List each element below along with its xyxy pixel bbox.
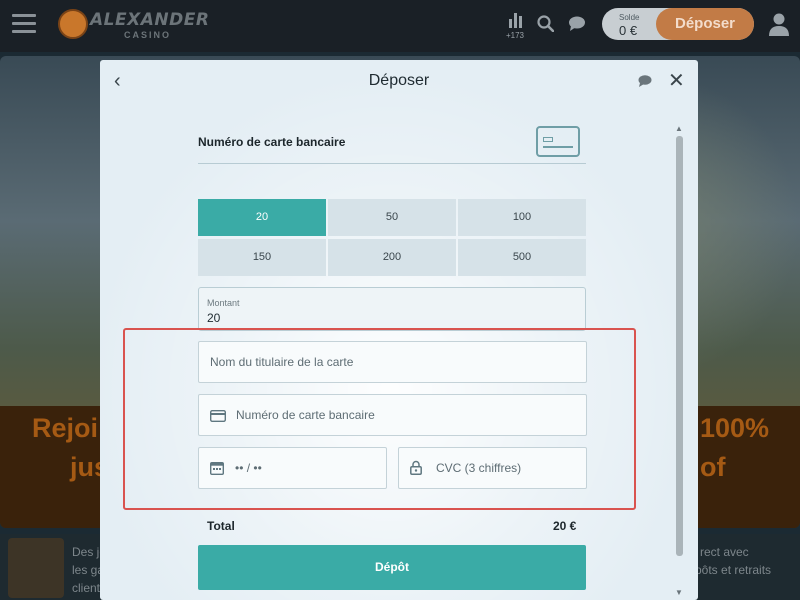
amount-option-500[interactable]: 500	[458, 239, 586, 276]
cvc-field[interactable]: CVC (3 chiffres)	[398, 447, 587, 489]
cvc-placeholder: CVC (3 chiffres)	[436, 461, 522, 475]
amount-option-150[interactable]: 150	[198, 239, 326, 276]
amount-input-label: Montant	[207, 298, 240, 308]
header-deposit-button[interactable]: Déposer	[656, 8, 754, 40]
balance-label: Solde	[619, 13, 640, 22]
expiry-date-placeholder: •• / ••	[235, 461, 262, 475]
credit-card-icon	[209, 409, 227, 427]
cardholder-name-field[interactable]: Nom du titulaire de la carte	[198, 341, 587, 383]
amount-option-100[interactable]: 100	[458, 199, 586, 236]
total-label: Total	[207, 519, 235, 533]
deposit-submit-button[interactable]: Dépôt	[198, 545, 586, 590]
modal-scrollbar[interactable]: ▲ ▼	[672, 124, 686, 600]
amount-option-20[interactable]: 20	[198, 199, 326, 236]
amount-presets: 20 50 100 150 200 500	[198, 199, 586, 276]
close-icon[interactable]: ✕	[668, 68, 685, 93]
promo-text-right-1: rect avec	[700, 545, 749, 559]
cardholder-name-placeholder: Nom du titulaire de la carte	[210, 355, 354, 369]
divider	[198, 163, 586, 164]
amount-option-50[interactable]: 50	[328, 199, 456, 236]
logo-medal-icon	[58, 9, 88, 39]
promo-text-left-3: client	[72, 581, 101, 595]
hero-headline-right-2: of	[700, 452, 726, 482]
modal-title: Déposer	[368, 72, 430, 89]
logo-text: ALEXANDER	[90, 10, 210, 30]
calendar-icon	[209, 461, 225, 480]
promo-avatar	[8, 538, 64, 598]
scrollbar-thumb[interactable]	[676, 136, 683, 556]
card-number-field[interactable]: Numéro de carte bancaire	[198, 394, 587, 436]
amount-option-200[interactable]: 200	[328, 239, 456, 276]
logo-subtext: CASINO	[124, 30, 172, 40]
lock-icon	[410, 460, 422, 480]
menu-icon[interactable]	[12, 14, 36, 34]
balance-value: 0 €	[619, 23, 638, 38]
hero-headline-right-1: 100%	[700, 413, 770, 443]
user-icon[interactable]	[768, 12, 790, 41]
promo-text-right-2: pôts et retraits	[695, 563, 772, 577]
scroll-up-icon[interactable]: ▲	[675, 124, 683, 133]
total-value: 20 €	[553, 519, 577, 533]
scroll-down-icon[interactable]: ▼	[675, 588, 683, 597]
credit-card-icon	[536, 126, 580, 157]
search-icon[interactable]	[537, 15, 555, 37]
hero-headline-left-1: Rejoi	[32, 413, 99, 443]
bar-chart-icon	[502, 12, 528, 28]
top-bar: ALEXANDER CASINO +173 Solde 0 € Déposer	[0, 0, 800, 52]
card-number-placeholder: Numéro de carte bancaire	[236, 408, 375, 422]
expiry-date-field[interactable]: •• / ••	[198, 447, 387, 489]
payment-method-label: Numéro de carte bancaire	[198, 135, 346, 149]
amount-input[interactable]: Montant 20	[198, 287, 586, 331]
chat-icon[interactable]	[638, 74, 652, 92]
deposit-modal: ‹ Déposer ✕ Numéro de carte bancaire 20 …	[100, 60, 698, 600]
chat-icon[interactable]	[568, 16, 586, 36]
leaderboard-button[interactable]: +173	[502, 12, 528, 42]
amount-input-value: 20	[207, 311, 221, 325]
online-count: +173	[505, 31, 525, 40]
casino-logo[interactable]: ALEXANDER CASINO	[58, 9, 209, 43]
